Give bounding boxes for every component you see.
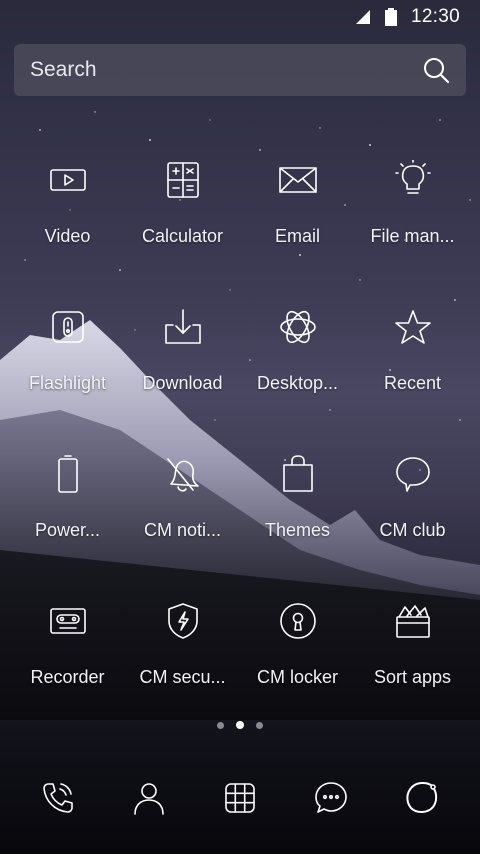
page-indicator[interactable] bbox=[0, 721, 480, 729]
lock-icon bbox=[276, 599, 320, 643]
app-video[interactable]: Video bbox=[10, 150, 125, 297]
dock bbox=[0, 770, 480, 826]
app-grid: Video Calculator Email File man... Flash… bbox=[0, 150, 480, 738]
app-themes[interactable]: Themes bbox=[240, 444, 355, 591]
shopping-bag-icon bbox=[276, 452, 320, 496]
app-label: Power... bbox=[34, 520, 101, 540]
app-email[interactable]: Email bbox=[240, 150, 355, 297]
lightbulb-icon bbox=[391, 158, 435, 202]
app-label: CM secu... bbox=[139, 667, 226, 687]
messages-icon[interactable] bbox=[308, 775, 354, 821]
page-dot-active[interactable] bbox=[236, 721, 244, 729]
cassette-icon bbox=[46, 599, 90, 643]
app-file-manager[interactable]: File man... bbox=[355, 150, 470, 297]
app-recorder[interactable]: Recorder bbox=[10, 591, 125, 738]
app-cm-notify[interactable]: CM noti... bbox=[125, 444, 240, 591]
app-desktop[interactable]: Desktop... bbox=[240, 297, 355, 444]
app-label: Flashlight bbox=[28, 373, 107, 393]
chat-bubble-icon bbox=[391, 452, 435, 496]
battery-status-icon bbox=[384, 8, 397, 26]
app-label: Desktop... bbox=[256, 373, 339, 393]
contacts-icon[interactable] bbox=[126, 775, 172, 821]
app-calculator[interactable]: Calculator bbox=[125, 150, 240, 297]
shield-icon bbox=[161, 599, 205, 643]
app-cm-security[interactable]: CM secu... bbox=[125, 591, 240, 738]
app-label: Email bbox=[274, 226, 320, 246]
app-label: Calculator bbox=[141, 226, 224, 246]
app-label: CM noti... bbox=[143, 520, 222, 540]
app-label: CM locker bbox=[256, 667, 338, 687]
status-time: 12:30 bbox=[410, 6, 460, 27]
app-sort-apps[interactable]: Sort apps bbox=[355, 591, 470, 738]
app-label: File man... bbox=[370, 226, 455, 246]
battery-icon bbox=[46, 452, 90, 496]
status-bar: 12:30 bbox=[0, 0, 480, 34]
app-flashlight[interactable]: Flashlight bbox=[10, 297, 125, 444]
search-bar[interactable]: Search bbox=[14, 44, 466, 96]
app-cm-locker[interactable]: CM locker bbox=[240, 591, 355, 738]
signal-icon bbox=[355, 10, 370, 24]
app-label: Sort apps bbox=[373, 667, 452, 687]
app-row: Power... CM noti... Themes CM club bbox=[0, 444, 480, 591]
page-dot[interactable] bbox=[217, 722, 224, 729]
search-placeholder: Search bbox=[30, 58, 97, 81]
download-icon bbox=[161, 305, 205, 349]
app-label: Themes bbox=[264, 520, 331, 540]
app-label: Recent bbox=[383, 373, 442, 393]
star-icon bbox=[391, 305, 435, 349]
calculator-icon bbox=[161, 158, 205, 202]
phone-icon[interactable] bbox=[35, 775, 81, 821]
app-label: CM club bbox=[379, 520, 446, 540]
app-drawer-icon[interactable] bbox=[217, 775, 263, 821]
sort-box-icon bbox=[391, 599, 435, 643]
bell-icon bbox=[161, 452, 205, 496]
email-icon bbox=[276, 158, 320, 202]
app-label: Recorder bbox=[30, 667, 105, 687]
app-cm-club[interactable]: CM club bbox=[355, 444, 470, 591]
video-icon bbox=[46, 158, 90, 202]
app-label: Video bbox=[44, 226, 91, 246]
app-label: Download bbox=[142, 373, 223, 393]
app-row: Flashlight Download Desktop... Recent bbox=[0, 297, 480, 444]
app-row: Recorder CM secu... CM locker Sort apps bbox=[0, 591, 480, 738]
app-recent[interactable]: Recent bbox=[355, 297, 470, 444]
flashlight-icon bbox=[46, 305, 90, 349]
search-icon[interactable] bbox=[422, 56, 450, 84]
app-power[interactable]: Power... bbox=[10, 444, 125, 591]
app-download[interactable]: Download bbox=[125, 297, 240, 444]
app-row: Video Calculator Email File man... bbox=[0, 150, 480, 297]
page-dot[interactable] bbox=[256, 722, 263, 729]
browser-icon[interactable] bbox=[399, 775, 445, 821]
atom-icon bbox=[276, 305, 320, 349]
